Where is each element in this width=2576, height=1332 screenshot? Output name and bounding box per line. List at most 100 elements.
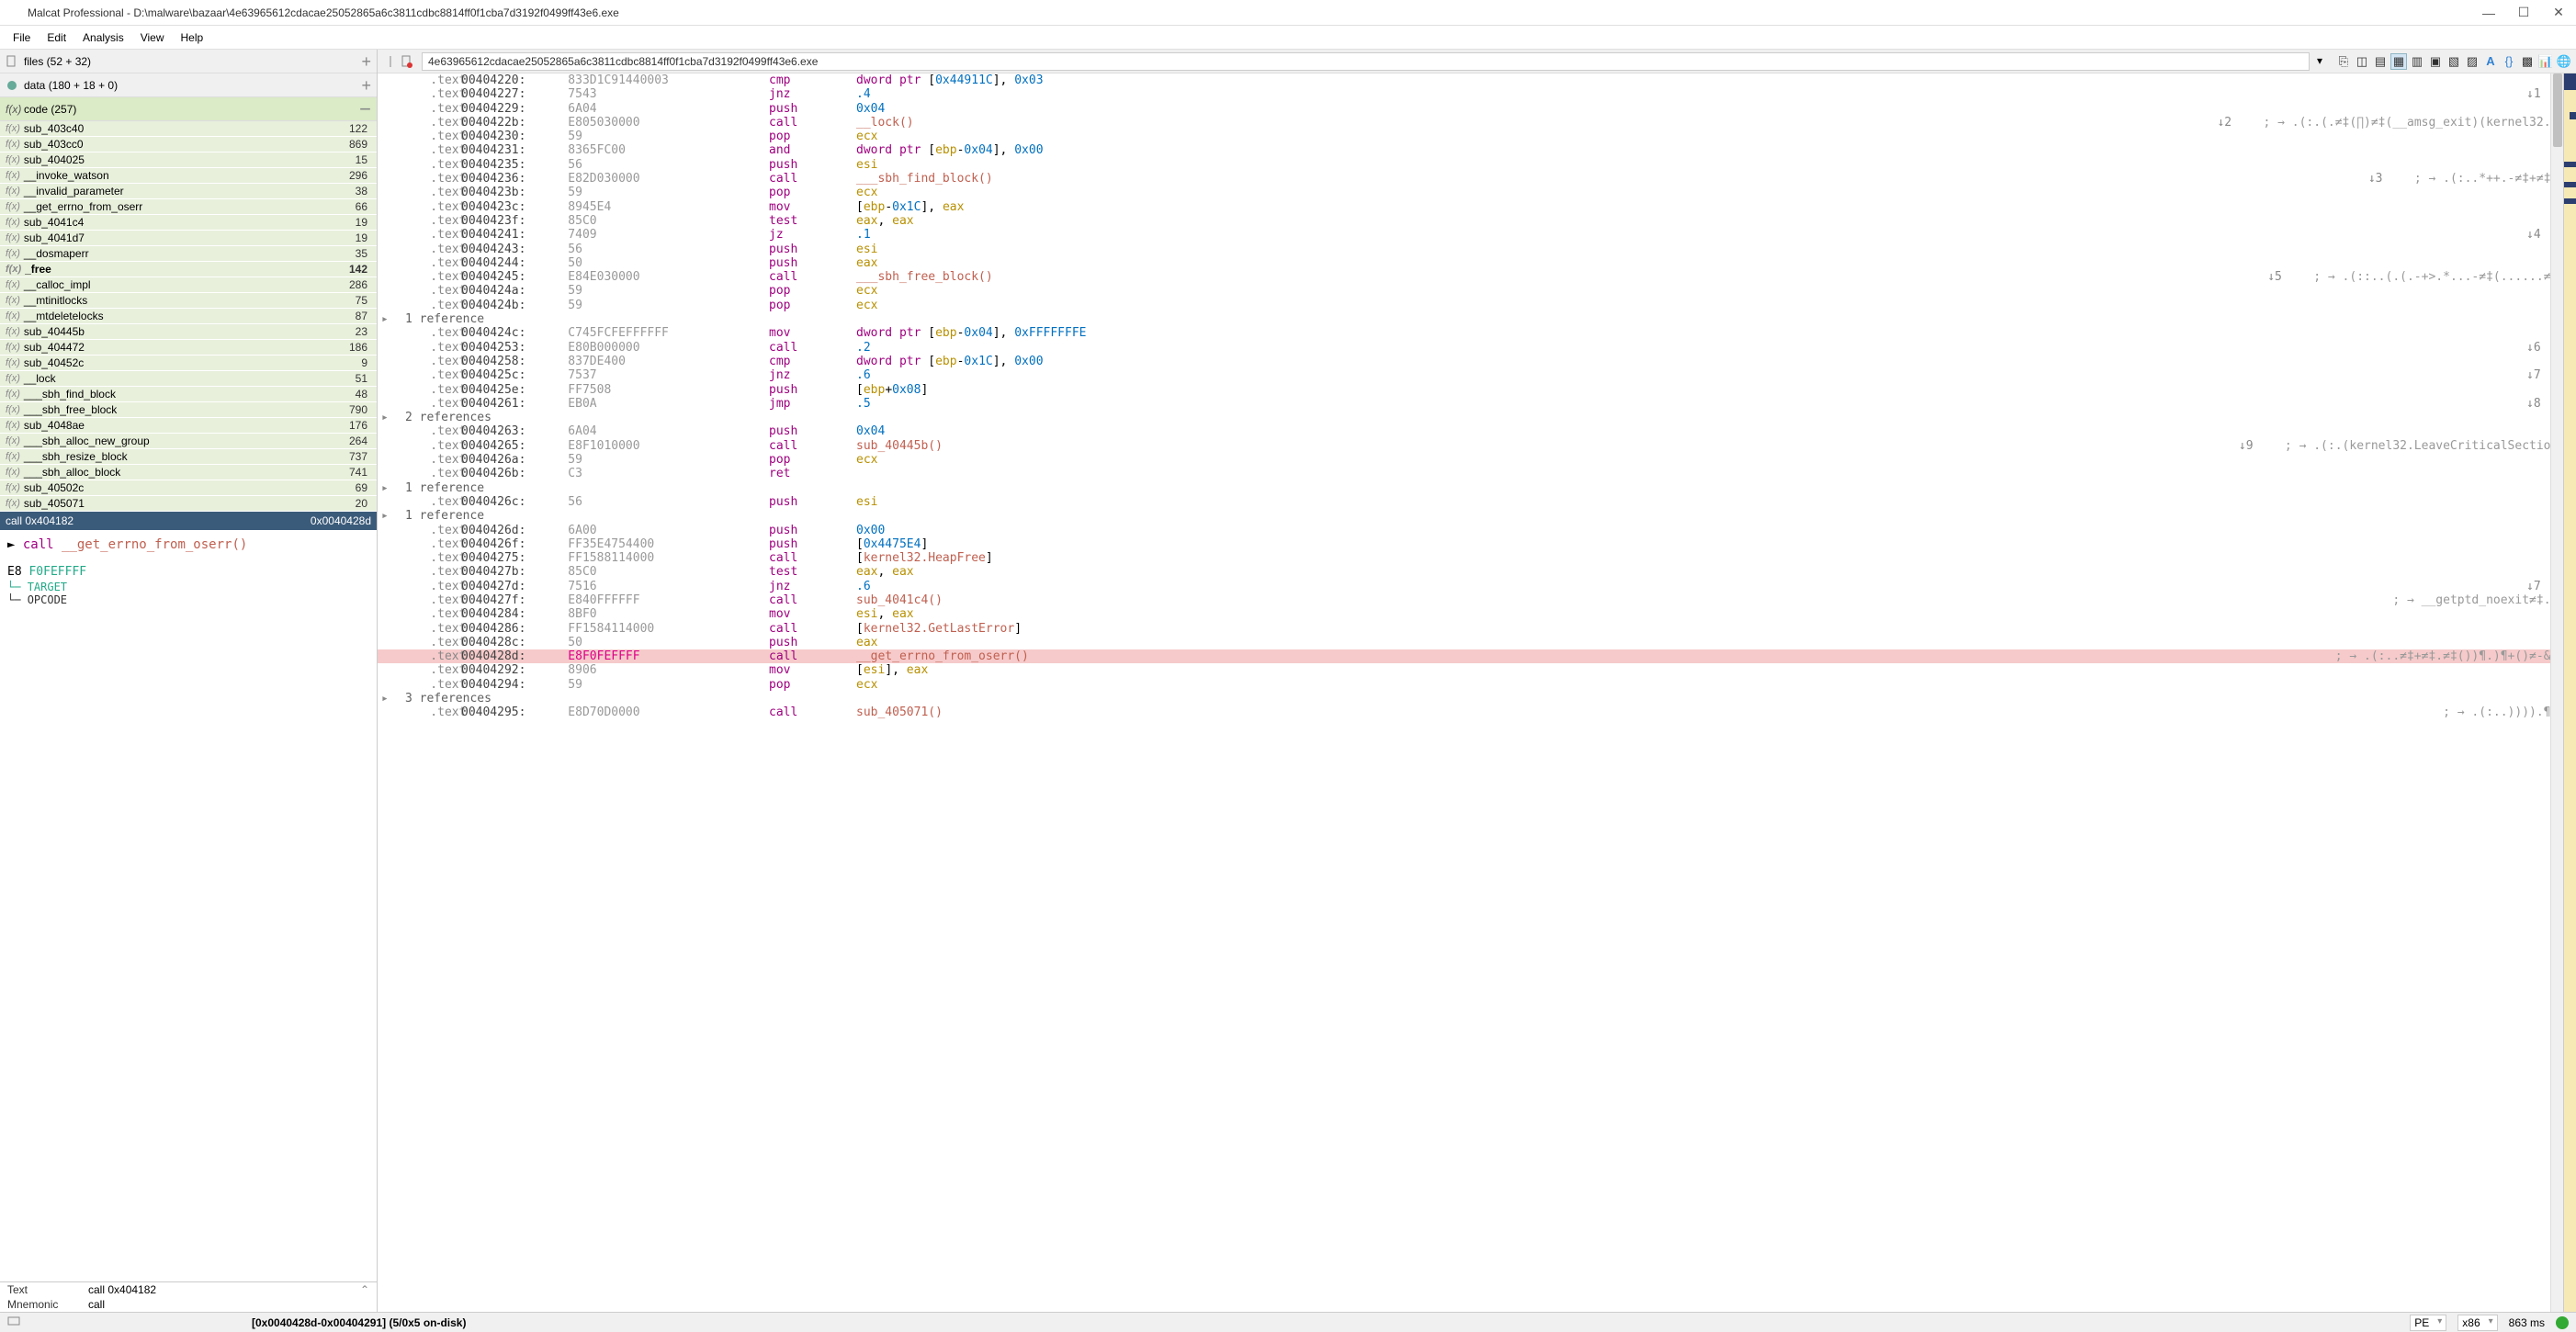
function-row[interactable]: f(x)sub_403c40122: [0, 121, 377, 137]
function-row[interactable]: f(x)__get_errno_from_oserr66: [0, 199, 377, 215]
reference-row[interactable]: ▸2 references.2:: [378, 411, 2576, 424]
function-row[interactable]: f(x)__dosmaperr35: [0, 246, 377, 262]
disasm-row[interactable]: .text0040426b: C3ret: [378, 467, 2576, 480]
disasm-row[interactable]: .text0040424b: 59popecx: [378, 299, 2576, 312]
disasm-row[interactable]: .text00404245: E84E030000call___sbh_free…: [378, 270, 2576, 284]
disasm-row[interactable]: .text0040427f: E840FFFFFFcallsub_4041c4(…: [378, 593, 2576, 607]
disasm-row[interactable]: .text00404230: 59popecx: [378, 130, 2576, 143]
scrollbar[interactable]: [2550, 73, 2563, 1312]
function-row[interactable]: f(x)sub_4048ae176: [0, 418, 377, 434]
view2-icon[interactable]: ▤: [2372, 53, 2389, 70]
file-tab-icon[interactable]: [400, 54, 414, 69]
disasm-row[interactable]: .text00404253: E80B000000call.2↓6: [378, 341, 2576, 355]
files-panel-header[interactable]: files (52 + 32) +: [0, 50, 377, 73]
text-a-icon[interactable]: A: [2482, 53, 2499, 70]
function-row[interactable]: f(x)___sbh_resize_block737: [0, 449, 377, 465]
disasm-row[interactable]: .text00404231: 8365FC00anddword ptr [ebp…: [378, 143, 2576, 157]
function-list[interactable]: f(x)sub_403c40122f(x)sub_403cc0869f(x)su…: [0, 121, 377, 512]
disasm-row[interactable]: .text00404284: 8BF0movesi, eax: [378, 607, 2576, 621]
disasm-row[interactable]: .text00404261: EB0Ajmp.5↓8: [378, 397, 2576, 411]
nav-back-icon[interactable]: [381, 54, 396, 69]
function-row[interactable]: f(x)sub_40445b23: [0, 324, 377, 340]
data-expand-icon[interactable]: +: [361, 77, 371, 94]
menu-file[interactable]: File: [6, 28, 38, 47]
copy-icon[interactable]: ⎘: [2335, 53, 2352, 70]
disasm-row[interactable]: .text0040426c: 56pushesi: [378, 495, 2576, 509]
globe-icon[interactable]: 🌐: [2556, 53, 2572, 70]
disasm-row[interactable]: .text0040427b: 85C0testeax, eax: [378, 565, 2576, 579]
files-expand-icon[interactable]: +: [361, 53, 371, 70]
menu-view[interactable]: View: [133, 28, 172, 47]
disasm-row[interactable]: .text0040426a: 59popecx: [378, 453, 2576, 467]
reference-row[interactable]: ▸1 reference.4:: [378, 481, 2576, 495]
disasm-row[interactable]: .text0040428d: E8F0FEFFFFcall__get_errno…: [378, 649, 2576, 663]
disasm-row[interactable]: .text0040423c: 8945E4mov[ebp-0x1C], eax: [378, 200, 2576, 214]
disasm-row[interactable]: .text00404265: E8F1010000callsub_40445b(…: [378, 439, 2576, 453]
dropdown-icon[interactable]: ▾: [2317, 54, 2332, 69]
view5-icon[interactable]: ▣: [2427, 53, 2444, 70]
disasm-row[interactable]: .text0040425e: FF7508push[ebp+0x08]: [378, 383, 2576, 397]
disasm-row[interactable]: .text00404220: 833D1C91440003cmpdword pt…: [378, 73, 2576, 87]
view4-icon[interactable]: ▥: [2409, 53, 2425, 70]
disasm-row[interactable]: .text00404236: E82D030000call___sbh_find…: [378, 172, 2576, 186]
disasm-row[interactable]: .text0040423f: 85C0testeax, eax: [378, 214, 2576, 228]
function-row[interactable]: f(x)___sbh_alloc_block741: [0, 465, 377, 480]
function-row[interactable]: f(x)___sbh_free_block790: [0, 402, 377, 418]
disasm-row[interactable]: .text00404294: 59popecx: [378, 678, 2576, 692]
disasm-row[interactable]: .text0040424a: 59popecx: [378, 284, 2576, 298]
maximize-button[interactable]: ☐: [2517, 6, 2530, 19]
disasm-row[interactable]: .text00404275: FF1588114000call[kernel32…: [378, 551, 2576, 565]
view3-icon[interactable]: ▦: [2390, 53, 2407, 70]
code-collapse-icon[interactable]: −: [359, 99, 371, 119]
function-row[interactable]: f(x)__invoke_watson296: [0, 168, 377, 184]
menu-analysis[interactable]: Analysis: [75, 28, 131, 47]
file-name-field[interactable]: 4e63965612cdacae25052865a6c3811cdbc8814f…: [422, 52, 2310, 71]
disassembly-view[interactable]: .text00404220: 833D1C91440003cmpdword pt…: [378, 73, 2576, 1312]
reference-row[interactable]: ▸1 reference.1:: [378, 312, 2576, 326]
reference-row[interactable]: ▸1 reference.5:: [378, 509, 2576, 523]
function-row[interactable]: f(x)sub_403cc0869: [0, 137, 377, 152]
disasm-row[interactable]: .text00404295: E8D70D0000callsub_405071(…: [378, 706, 2576, 719]
disasm-row[interactable]: .text00404227: 7543jnz.4↓1: [378, 87, 2576, 101]
disasm-row[interactable]: .text0040428c: 50pusheax: [378, 636, 2576, 649]
function-row[interactable]: f(x)__mtdeletelocks87: [0, 309, 377, 324]
disasm-row[interactable]: .text00404235: 56pushesi: [378, 158, 2576, 172]
function-row[interactable]: f(x)sub_40402515: [0, 152, 377, 168]
disasm-row[interactable]: .text0040427d: 7516jnz.6↓7: [378, 580, 2576, 593]
function-row[interactable]: f(x)sub_404472186: [0, 340, 377, 356]
function-row[interactable]: f(x)__invalid_parameter38: [0, 184, 377, 199]
menu-edit[interactable]: Edit: [40, 28, 73, 47]
function-row[interactable]: f(x)___sbh_alloc_new_group264: [0, 434, 377, 449]
format-dropdown[interactable]: PE: [2410, 1315, 2446, 1331]
function-row[interactable]: f(x)__calloc_impl286: [0, 277, 377, 293]
disasm-row[interactable]: .text00404244: 50pusheax: [378, 256, 2576, 270]
function-row[interactable]: f(x)__lock51: [0, 371, 377, 387]
disasm-row[interactable]: .text0040423b: 59popecx: [378, 186, 2576, 199]
function-row[interactable]: f(x)_free142: [0, 262, 377, 277]
disasm-row[interactable]: .text00404258: 837DE400cmpdword ptr [ebp…: [378, 355, 2576, 368]
disasm-row[interactable]: .text00404292: 8906mov[esi], eax: [378, 663, 2576, 677]
function-row[interactable]: f(x)sub_40452c9: [0, 356, 377, 371]
disasm-row[interactable]: .text0040425c: 7537jnz.6↓7: [378, 368, 2576, 382]
disasm-row[interactable]: .text00404286: FF1584114000call[kernel32…: [378, 622, 2576, 636]
disasm-row[interactable]: .text0040426d: 6A00push0x00: [378, 524, 2576, 537]
disasm-row[interactable]: .text00404263: 6A04push0x04: [378, 424, 2576, 438]
disasm-row[interactable]: .text00404241: 7409jz.1↓4: [378, 228, 2576, 242]
menu-help[interactable]: Help: [174, 28, 211, 47]
disasm-row[interactable]: .text0040424c: C745FCFEFFFFFFmovdword pt…: [378, 326, 2576, 340]
detail-func-name[interactable]: __get_errno_from_oserr(): [62, 537, 247, 552]
disasm-row[interactable]: .text0040422b: E805030000call__lock()↓2;…: [378, 116, 2576, 130]
function-row[interactable]: f(x)sub_40502c69: [0, 480, 377, 496]
function-row[interactable]: f(x)sub_4041d719: [0, 231, 377, 246]
view6-icon[interactable]: ▧: [2446, 53, 2462, 70]
chart-icon[interactable]: 📊: [2537, 53, 2554, 70]
function-row[interactable]: f(x)___sbh_find_block48: [0, 387, 377, 402]
view8-icon[interactable]: ▩: [2519, 53, 2536, 70]
close-button[interactable]: ✕: [2552, 6, 2565, 19]
disasm-row[interactable]: .text00404243: 56pushesi: [378, 243, 2576, 256]
minimap[interactable]: [2563, 73, 2576, 1312]
minimize-button[interactable]: —: [2482, 6, 2495, 19]
function-row[interactable]: f(x)sub_40507120: [0, 496, 377, 512]
view1-icon[interactable]: ◫: [2354, 53, 2370, 70]
view7-icon[interactable]: ▨: [2464, 53, 2480, 70]
